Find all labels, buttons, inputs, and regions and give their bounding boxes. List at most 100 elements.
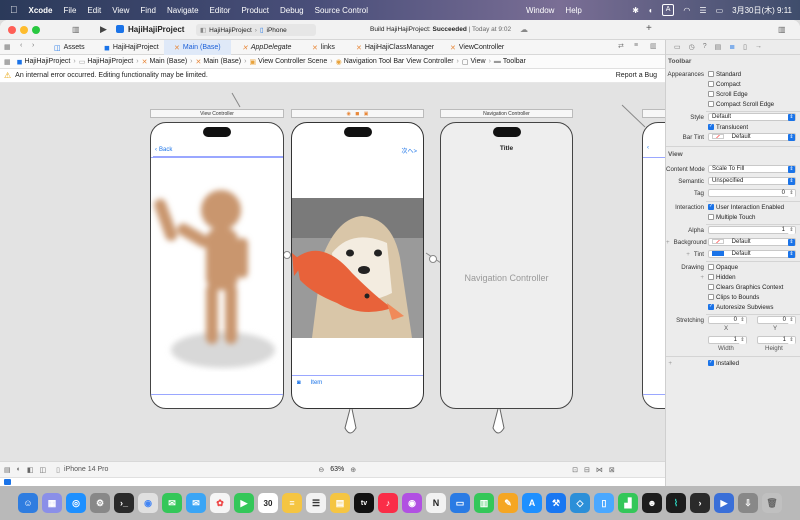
menu-file[interactable]: File [64, 6, 77, 15]
phone-navigation-controller[interactable]: Title Navigation Controller [440, 122, 573, 409]
tab-assets[interactable]: ◫ Assets [44, 40, 95, 55]
notes-icon[interactable]: ≡ [282, 493, 302, 513]
podcasts-icon[interactable]: ◉ [402, 493, 422, 513]
launchpad-icon[interactable]: ▦ [42, 493, 62, 513]
add-variation-icon[interactable]: + [666, 274, 704, 281]
jumpbar-storyboard[interactable]: Main (Base) [149, 58, 187, 65]
jumpbar-scene[interactable]: View Controller Scene [258, 58, 327, 65]
back-arrow-icon[interactable]: ‹ [20, 42, 22, 49]
debug-area-toggle-icon[interactable] [4, 479, 11, 485]
content-view[interactable] [151, 157, 283, 395]
compact-checkbox[interactable] [708, 81, 714, 87]
toolbar[interactable]: ◙ Item [292, 375, 423, 389]
file-inspector-icon[interactable]: ▭ [674, 43, 681, 51]
translucent-checkbox[interactable] [708, 123, 714, 130]
tag-field[interactable]: 0 ⇕ [708, 189, 796, 197]
tab-main-base[interactable]: ✕ Main (Base) [164, 40, 231, 55]
scene-header-partial[interactable] [642, 109, 665, 118]
background-popup[interactable]: Default ⇕ [708, 238, 796, 246]
run-icon[interactable]: ▶ [100, 24, 107, 35]
stepper-icon[interactable]: ⇕ [739, 337, 746, 344]
finder-icon[interactable]: ☺ [18, 493, 38, 513]
photos-icon[interactable]: ✿ [210, 493, 230, 513]
scroll-edge-checkbox[interactable] [708, 91, 714, 97]
menu-clock[interactable]: 3月30日(木) 9:11 [732, 5, 792, 16]
downloads-icon[interactable]: ⇩ [738, 493, 758, 513]
related-items-icon[interactable]: ⇄ [618, 42, 624, 50]
pin-icon[interactable]: ⋈ [596, 466, 603, 474]
installed-checkbox[interactable] [708, 359, 714, 366]
clips-to-bounds-checkbox[interactable] [708, 294, 714, 300]
menu-window[interactable]: Window [526, 6, 554, 15]
input-mode-indicator[interactable]: A [661, 4, 675, 16]
inspector-toggle-icon[interactable]: ▥ [778, 25, 786, 34]
identity-inspector-icon[interactable]: ▤ [715, 43, 722, 51]
stretch-height-field[interactable]: 1 ⇕ [757, 336, 796, 344]
minimize-window-button[interactable] [20, 26, 28, 34]
stretch-y-field[interactable]: 0 ⇕ [757, 316, 796, 324]
adjust-editor-icon[interactable]: ≡ [634, 42, 638, 49]
chrome-icon[interactable]: ◉ [138, 493, 158, 513]
split-editor-icon[interactable]: ▥ [650, 42, 657, 50]
sidebar-toggle-icon[interactable]: ▥ [72, 25, 80, 34]
graph-app-icon[interactable]: ⌇ [666, 493, 686, 513]
user-interaction-checkbox[interactable] [708, 203, 714, 210]
tab-class-manager[interactable]: ✕ HajiHajiClassManager [346, 40, 444, 55]
battery-icon[interactable]: ▭ [716, 6, 724, 15]
simulator-icon[interactable]: ▯ [594, 493, 614, 513]
stretch-width-field[interactable]: 1 ⇕ [708, 336, 747, 344]
menu-edit[interactable]: Edit [87, 6, 101, 15]
connections-inspector-icon[interactable]: → [755, 43, 762, 51]
hidden-checkbox[interactable] [708, 274, 714, 280]
menu-navigate[interactable]: Navigate [167, 6, 199, 15]
compact-scroll-edge-checkbox[interactable] [708, 101, 714, 107]
jumpbar-toolbar[interactable]: Toolbar [503, 58, 526, 65]
zoom-window-button[interactable] [32, 26, 40, 34]
menu-source-control[interactable]: Source Control [315, 6, 368, 15]
stepper-icon[interactable]: ⇕ [788, 227, 795, 234]
add-variation-icon[interactable]: + [666, 360, 672, 367]
add-variation-icon[interactable]: + [666, 239, 670, 246]
stickies-icon[interactable]: ▤ [330, 493, 350, 513]
tab-viewcontroller[interactable]: ✕ ViewController [440, 40, 514, 55]
tab-appdelegate[interactable]: ✕ AppDelegate [232, 40, 301, 55]
news-icon[interactable]: N [426, 493, 446, 513]
menu-debug[interactable]: Debug [280, 6, 304, 15]
menu-editor[interactable]: Editor [210, 6, 231, 15]
numbers-icon[interactable]: ▥ [474, 493, 494, 513]
reminders-icon[interactable]: ☰ [306, 493, 326, 513]
menu-find[interactable]: Find [140, 6, 156, 15]
content-mode-popup[interactable]: Scale To Fill ⇕ [708, 165, 796, 173]
terminal-icon[interactable]: ›_ [114, 493, 134, 513]
control-center-icon[interactable]: ☰ [699, 6, 706, 15]
opaque-checkbox[interactable] [708, 264, 714, 270]
outline-toggle-icon[interactable]: ▤ [4, 466, 11, 474]
phone-view-controller[interactable]: ‹ Back [150, 122, 284, 409]
jumpbar-folder[interactable]: HajiHajiProject [87, 58, 133, 65]
menu-help[interactable]: Help [565, 6, 581, 15]
appearance-icon[interactable]: ◐ [17, 466, 21, 473]
stepper-icon[interactable]: ⇕ [788, 337, 795, 344]
stepper-icon[interactable]: ⇕ [739, 317, 746, 324]
scene-header-navigation-controller[interactable]: Navigation Controller [440, 109, 573, 118]
navigation-bar[interactable]: 次へ> [292, 143, 423, 157]
add-variation-icon[interactable]: + [686, 251, 690, 258]
apple-menu-icon[interactable]:  [10, 5, 18, 16]
forward-arrow-icon[interactable]: › [32, 42, 34, 49]
add-library-icon[interactable]: + [646, 23, 652, 34]
style-popup[interactable]: Default ⇕ [708, 113, 796, 121]
menu-product[interactable]: Product [241, 6, 269, 15]
music-icon[interactable]: ♪ [378, 493, 398, 513]
wifi-icon[interactable]: ◠ [683, 6, 690, 15]
zoom-level[interactable]: 63% [330, 466, 344, 473]
help-inspector-icon[interactable]: ? [703, 43, 707, 51]
facetime-icon[interactable]: ▶ [234, 493, 254, 513]
settings-icon[interactable]: ⚙ [90, 493, 110, 513]
attributes-inspector-icon[interactable]: ≣ [729, 43, 735, 51]
orientation-icon[interactable]: ◧ [27, 466, 34, 474]
update-frames-icon[interactable]: ⊡ [572, 466, 578, 474]
resolve-icon[interactable]: ⊠ [609, 466, 615, 474]
stepper-icon[interactable]: ⇕ [788, 190, 795, 197]
safari-icon[interactable]: ◎ [66, 493, 86, 513]
zoom-in-icon[interactable]: ⊕ [350, 466, 356, 474]
